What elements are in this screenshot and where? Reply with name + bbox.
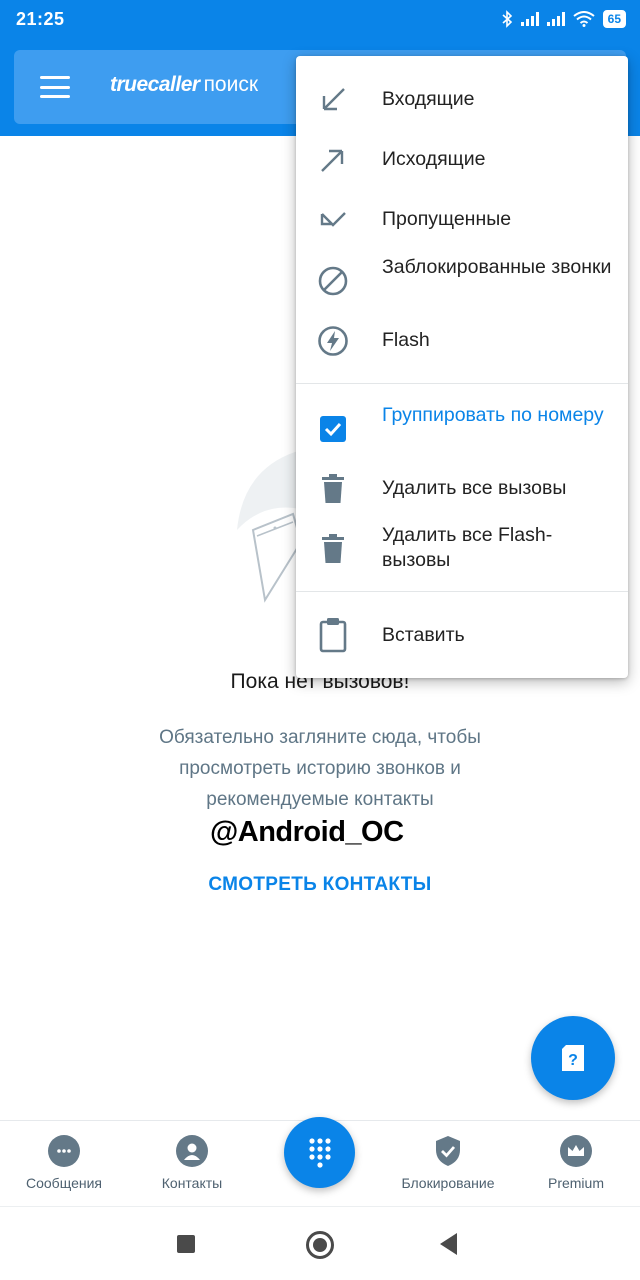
filter-menu: Входящие Исходящие Пропущенные Заблокиро… <box>296 56 628 678</box>
menu-button[interactable] <box>40 72 70 102</box>
menu-item-outgoing[interactable]: Исходящие <box>296 140 628 180</box>
battery-icon: 65 <box>602 10 626 28</box>
menu-divider <box>296 591 628 592</box>
trash-icon <box>316 472 350 506</box>
nav-blocking[interactable]: Блокирование <box>388 1135 508 1191</box>
menu-item-delete-all[interactable]: Удалить все вызовы <box>296 468 628 510</box>
shield-icon <box>432 1135 464 1167</box>
hamburger-icon <box>40 76 70 79</box>
menu-divider <box>296 383 628 384</box>
trash-icon <box>316 532 350 566</box>
phone-illustration-icon <box>237 450 305 603</box>
question-card-icon: ? <box>562 1045 584 1071</box>
signal-icon <box>546 12 565 26</box>
status-bar: 21:25 65 <box>0 0 640 38</box>
crown-icon <box>560 1135 592 1167</box>
flash-icon <box>316 324 350 358</box>
search-placeholder[interactable]: truecaller поиск <box>110 73 258 97</box>
menu-item-missed[interactable]: Пропущенные <box>296 200 628 240</box>
checkbox-icon[interactable] <box>316 412 350 446</box>
outgoing-arrow-icon <box>316 143 350 177</box>
menu-item-delete-flash[interactable]: Удалить все Flash-вызовы <box>296 522 628 576</box>
clipboard-icon <box>316 618 350 653</box>
empty-subtitle: Обязательно загляните сюда, чтобы просмо… <box>159 727 481 810</box>
home-button[interactable] <box>306 1231 334 1259</box>
missed-call-icon <box>316 203 350 237</box>
incoming-arrow-icon <box>316 83 350 117</box>
watermark: @Android_OC <box>210 816 404 848</box>
dialpad-button[interactable] <box>284 1117 355 1188</box>
status-time: 21:25 <box>16 9 65 29</box>
menu-item-group-by-number[interactable]: Группировать по номеру <box>296 402 628 456</box>
svg-text:?: ? <box>568 1052 578 1069</box>
nav-messages[interactable]: Сообщения <box>4 1135 124 1191</box>
blocked-icon <box>316 264 350 298</box>
menu-item-flash[interactable]: Flash <box>296 320 628 362</box>
truecaller-logo: truecaller <box>110 73 200 96</box>
dialpad-icon <box>308 1137 331 1168</box>
signal-icon <box>520 12 539 26</box>
system-navigation <box>0 1206 640 1280</box>
bluetooth-icon <box>502 10 512 28</box>
menu-item-blocked[interactable]: Заблокированные звонки <box>296 254 628 308</box>
nav-contacts[interactable]: Контакты <box>132 1135 252 1191</box>
ask-fab-button[interactable]: ? <box>531 1016 615 1100</box>
messages-icon <box>48 1135 80 1167</box>
menu-item-incoming[interactable]: Входящие <box>296 80 628 120</box>
view-contacts-button[interactable]: СМОТРЕТЬ КОНТАКТЫ <box>0 874 640 896</box>
menu-item-paste[interactable]: Вставить <box>296 614 628 658</box>
search-label: поиск <box>203 73 259 96</box>
nav-premium[interactable]: Premium <box>516 1135 636 1191</box>
contacts-icon <box>176 1135 208 1167</box>
wifi-icon <box>573 11 595 27</box>
back-button[interactable] <box>440 1233 457 1255</box>
recents-button[interactable] <box>177 1235 195 1253</box>
status-icons: 65 <box>501 9 626 29</box>
